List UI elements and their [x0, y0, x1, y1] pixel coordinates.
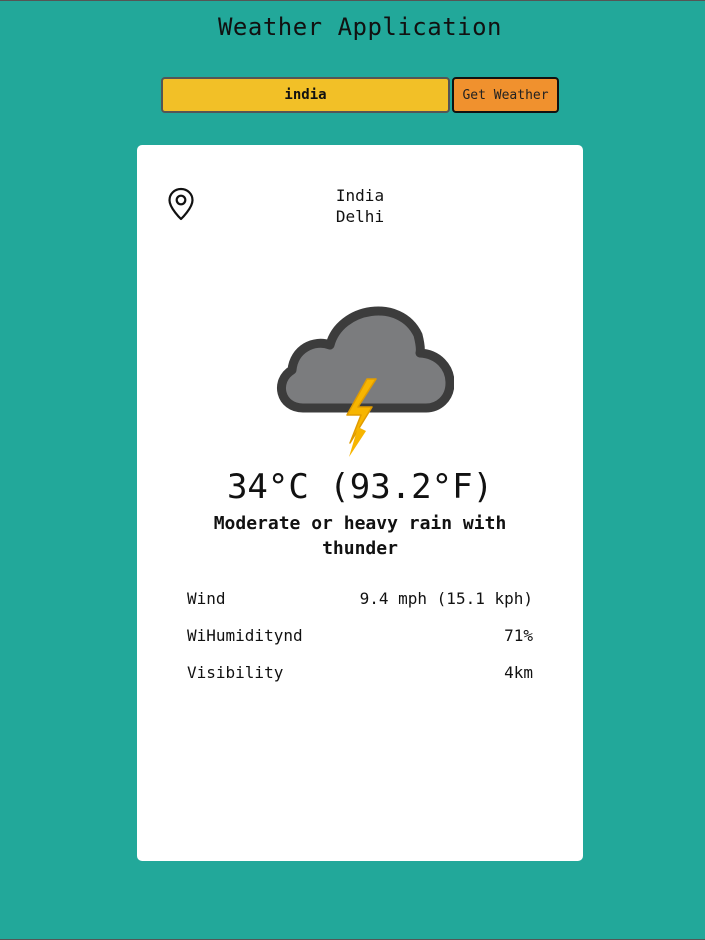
weather-condition: Moderate or heavy rain with thunder — [213, 513, 507, 559]
app-title: Weather Application — [217, 13, 503, 41]
detail-row-humidity: WiHumiditynd 71% — [187, 625, 533, 662]
detail-value: 71% — [504, 626, 533, 645]
get-weather-button[interactable]: Get Weather — [452, 77, 559, 113]
detail-label: Visibility — [187, 663, 284, 682]
location: India Delhi — [137, 185, 583, 227]
location-city: Delhi — [335, 207, 385, 226]
detail-value: 9.4 mph (15.1 kph) — [359, 589, 533, 608]
thunder-cloud-icon — [277, 306, 454, 457]
weather-details: Wind 9.4 mph (15.1 kph) WiHumiditynd 71%… — [187, 588, 533, 699]
detail-value: 4km — [504, 663, 533, 682]
detail-row-visibility: Visibility 4km — [187, 662, 533, 699]
detail-label: WiHumiditynd — [187, 626, 303, 645]
search-bar: Get Weather — [161, 77, 559, 113]
temperature: 34°C (93.2°F) — [226, 467, 494, 507]
weather-card: India Delhi 34°C (93.2°F) Moderate or he… — [137, 145, 583, 861]
search-input[interactable] — [161, 77, 450, 113]
location-country: India — [335, 186, 385, 205]
detail-row-wind: Wind 9.4 mph (15.1 kph) — [187, 588, 533, 625]
detail-label: Wind — [187, 589, 226, 608]
